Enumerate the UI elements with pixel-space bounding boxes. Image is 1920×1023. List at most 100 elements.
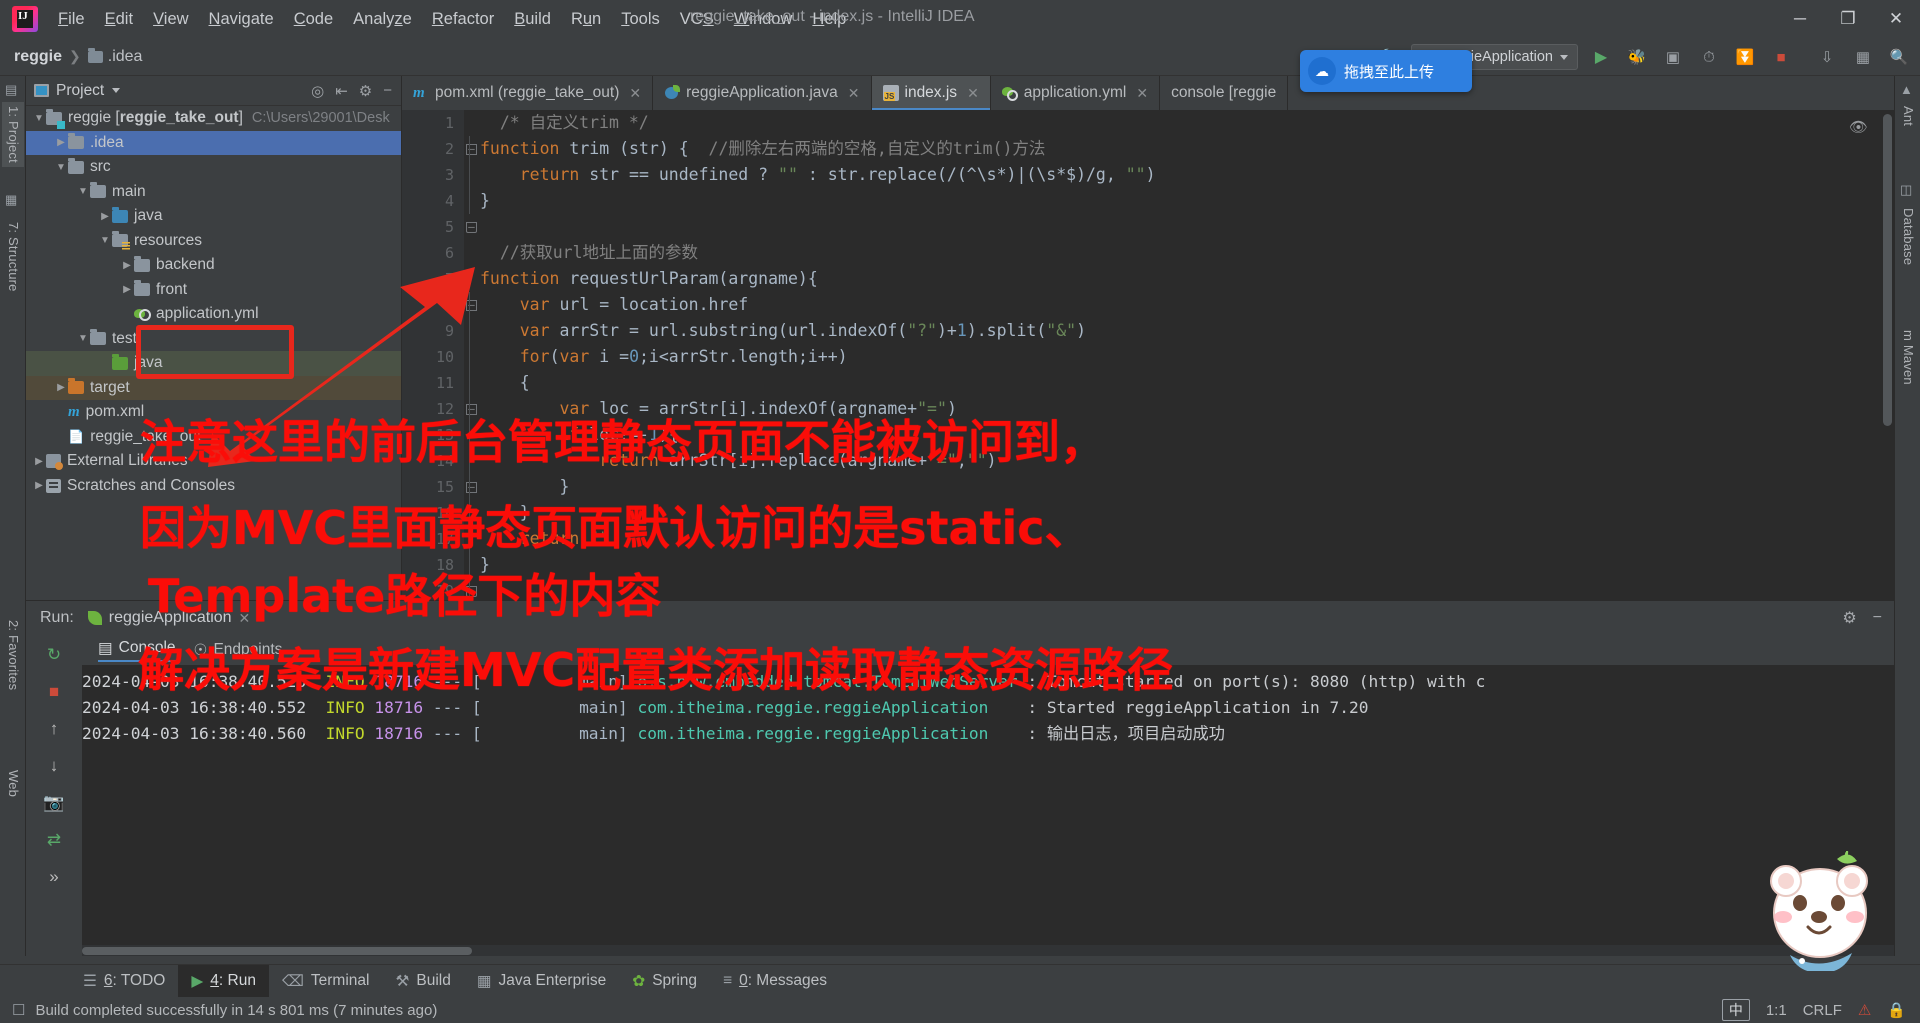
chevron-right-icon[interactable]: ▶ bbox=[54, 137, 68, 148]
collapse-all-icon[interactable]: ⇤ bbox=[335, 82, 348, 100]
maximize-button[interactable]: ❐ bbox=[1824, 0, 1872, 38]
upload-drop-widget[interactable]: ☁ 拖拽至此上传 bbox=[1300, 50, 1472, 92]
editor-vertical-scrollbar[interactable] bbox=[1881, 110, 1894, 600]
code-line[interactable]: var url = location.href bbox=[480, 292, 1880, 318]
close-tab-icon[interactable]: ✕ bbox=[1136, 85, 1148, 102]
profiler-icon[interactable]: ⏱ bbox=[1696, 44, 1722, 70]
tree-node-reggie-reggie-take-out[interactable]: ▼ reggie [reggie_take_out] C:\Users\29001\… bbox=[26, 106, 401, 131]
tree-node-java[interactable]: ▶ java bbox=[26, 204, 401, 229]
menu-view[interactable]: View bbox=[143, 8, 198, 31]
chevron-down-icon[interactable]: ▼ bbox=[32, 113, 46, 124]
bottom-tab-spring[interactable]: ✿ Spring bbox=[619, 965, 710, 998]
close-tab-icon[interactable]: ✕ bbox=[629, 85, 641, 102]
scrollbar-thumb[interactable] bbox=[1883, 114, 1892, 426]
fold-icon-close-trim[interactable]: ─ bbox=[466, 222, 477, 233]
debug-icon[interactable]: 🐝 bbox=[1624, 44, 1650, 70]
chevron-right-icon[interactable]: ▶ bbox=[120, 260, 134, 271]
attach-icon[interactable]: ⏬ bbox=[1732, 44, 1758, 70]
sidebar-tab-favorites[interactable]: 2: Favorites bbox=[2, 616, 24, 694]
ime-indicator[interactable]: 中 bbox=[1721, 999, 1750, 1021]
breadcrumb-item-project[interactable]: reggie bbox=[14, 48, 62, 66]
bottom-tab-terminal[interactable]: ⌫ Terminal bbox=[269, 965, 383, 998]
hide-run-panel-icon[interactable]: − bbox=[1873, 609, 1882, 627]
sidebar-tab-project[interactable]: 1: Project bbox=[2, 102, 24, 167]
menu-tools[interactable]: Tools bbox=[611, 8, 670, 31]
bottom-tab-0-messages[interactable]: ≡ 0: Messages bbox=[710, 965, 840, 998]
editor-tab-bar[interactable]: m pom.xml (reggie_take_out) ✕ reggieApplica… bbox=[402, 76, 1894, 156]
chevron-down-icon[interactable]: ▼ bbox=[54, 162, 68, 173]
search-everywhere-icon[interactable]: 🔍 bbox=[1886, 44, 1912, 70]
bottom-tab-4-run[interactable]: ▶ 4: Run bbox=[178, 964, 269, 998]
stop-icon[interactable]: ■ bbox=[42, 680, 66, 704]
bottom-tab-java-enterprise[interactable]: ▦ Java Enterprise bbox=[464, 965, 619, 998]
soft-wrap-icon[interactable]: ⇄ bbox=[42, 828, 66, 852]
bottom-tab-6-todo[interactable]: ☰ 6: TODO bbox=[70, 965, 178, 998]
sidebar-tab-maven[interactable]: m Maven bbox=[1897, 326, 1919, 389]
chevron-down-icon[interactable]: ▼ bbox=[98, 235, 112, 246]
line-separator[interactable]: CRLF bbox=[1803, 1002, 1842, 1019]
chevron-right-icon[interactable]: ▶ bbox=[54, 382, 68, 393]
console-horizontal-scrollbar[interactable] bbox=[82, 945, 1894, 956]
gear-icon[interactable]: ⚙ bbox=[359, 82, 372, 100]
code-line[interactable]: var arrStr = url.substring(url.indexOf("… bbox=[480, 318, 1880, 344]
more-icon[interactable]: » bbox=[42, 865, 66, 889]
bottom-tool-bar[interactable]: ☰ 6: TODO ▶ 4: Run ⌫ Terminal ⚒ Build ▦ Java Ente… bbox=[0, 964, 1920, 998]
settings-gear-icon[interactable]: ⚙ bbox=[1842, 608, 1856, 628]
scroll-up-icon[interactable]: ↑ bbox=[42, 717, 66, 741]
menu-code[interactable]: Code bbox=[284, 8, 343, 31]
console-output[interactable]: 2024-04-03 16:38:40.526 INFO 18716 --- [… bbox=[82, 665, 1894, 956]
notification-icon[interactable]: ⚠ bbox=[1858, 1001, 1871, 1019]
event-log-icon[interactable]: ☐ bbox=[12, 1001, 25, 1019]
tree-node-resources[interactable]: ▼ resources bbox=[26, 229, 401, 254]
code-line[interactable]: //获取url地址上面的参数 bbox=[480, 240, 1880, 266]
close-tab-icon[interactable]: ✕ bbox=[848, 85, 860, 102]
tree-node-idea[interactable]: ▶ .idea bbox=[26, 130, 401, 155]
code-line[interactable]: function trim (str) { //删除左右两端的空格,自定义的tr… bbox=[480, 136, 1880, 162]
hide-panel-icon[interactable]: − bbox=[383, 82, 392, 99]
breadcrumb-item-idea[interactable]: .idea bbox=[108, 48, 143, 66]
code-line[interactable] bbox=[480, 214, 1880, 240]
chevron-right-icon[interactable]: ▶ bbox=[98, 211, 112, 222]
editor-tab-index-js[interactable]: index.js ✕ bbox=[871, 76, 991, 110]
sidebar-tab-web[interactable]: Web bbox=[2, 766, 24, 801]
code-line[interactable]: return str == undefined ? "" : str.repla… bbox=[480, 162, 1880, 188]
code-line[interactable]: /* 自定义trim */ bbox=[480, 110, 1880, 136]
editor-tab-console-reggie[interactable]: console [reggie bbox=[458, 76, 1289, 156]
code-line[interactable]: } bbox=[480, 188, 1880, 214]
inspection-eye-icon[interactable]: 👁 bbox=[1849, 118, 1868, 136]
stop-icon[interactable]: ■ bbox=[1768, 44, 1794, 70]
menu-build[interactable]: Build bbox=[504, 8, 561, 31]
rerun-icon[interactable]: ↻ bbox=[42, 643, 66, 667]
fold-icon-function-trim[interactable]: ─ bbox=[466, 144, 477, 155]
sidebar-tab-structure[interactable]: 7: Structure bbox=[2, 218, 24, 296]
close-tab-icon[interactable]: ✕ bbox=[967, 85, 979, 102]
chevron-right-icon[interactable]: ▶ bbox=[120, 284, 134, 295]
menu-navigate[interactable]: Navigate bbox=[199, 8, 284, 31]
menu-run[interactable]: Run bbox=[561, 8, 611, 31]
code-line[interactable] bbox=[480, 578, 1880, 600]
code-line[interactable]: { bbox=[480, 370, 1880, 396]
tree-node-main[interactable]: ▼ main bbox=[26, 180, 401, 205]
chevron-right-icon[interactable]: ▶ bbox=[32, 456, 46, 467]
coverage-icon[interactable]: ▣ bbox=[1660, 44, 1686, 70]
chevron-down-icon[interactable]: ▼ bbox=[76, 333, 90, 344]
menu-refactor[interactable]: Refactor bbox=[422, 8, 504, 31]
run-icon[interactable]: ▶ bbox=[1588, 44, 1614, 70]
menu-edit[interactable]: Edit bbox=[95, 8, 143, 31]
lock-icon[interactable]: 🔒 bbox=[1887, 1001, 1906, 1019]
sidebar-tab-database[interactable]: Database bbox=[1897, 204, 1919, 269]
editor-tab-reggieapplication-java[interactable]: reggieApplication.java ✕ bbox=[653, 76, 872, 110]
screenshot-icon[interactable]: 📷 bbox=[42, 791, 66, 815]
tree-node-src[interactable]: ▼ src bbox=[26, 155, 401, 180]
close-button[interactable]: ✕ bbox=[1872, 0, 1920, 38]
code-line[interactable]: for(var i =0;i<arrStr.length;i++) bbox=[480, 344, 1880, 370]
menu-analyze[interactable]: Analyze bbox=[343, 8, 422, 31]
breadcrumb[interactable]: reggie ❯ .idea bbox=[14, 47, 143, 66]
chevron-right-icon[interactable]: ▶ bbox=[32, 480, 46, 491]
menu-file[interactable]: File bbox=[48, 8, 95, 31]
bottom-tab-build[interactable]: ⚒ Build bbox=[382, 965, 463, 998]
scroll-from-source-icon[interactable]: ◎ bbox=[311, 82, 324, 100]
caret-position[interactable]: 1:1 bbox=[1766, 1002, 1787, 1019]
minimize-button[interactable]: ─ bbox=[1776, 0, 1824, 38]
editor-tab-pom-xml-reggie-take-out[interactable]: m pom.xml (reggie_take_out) ✕ bbox=[402, 76, 654, 110]
